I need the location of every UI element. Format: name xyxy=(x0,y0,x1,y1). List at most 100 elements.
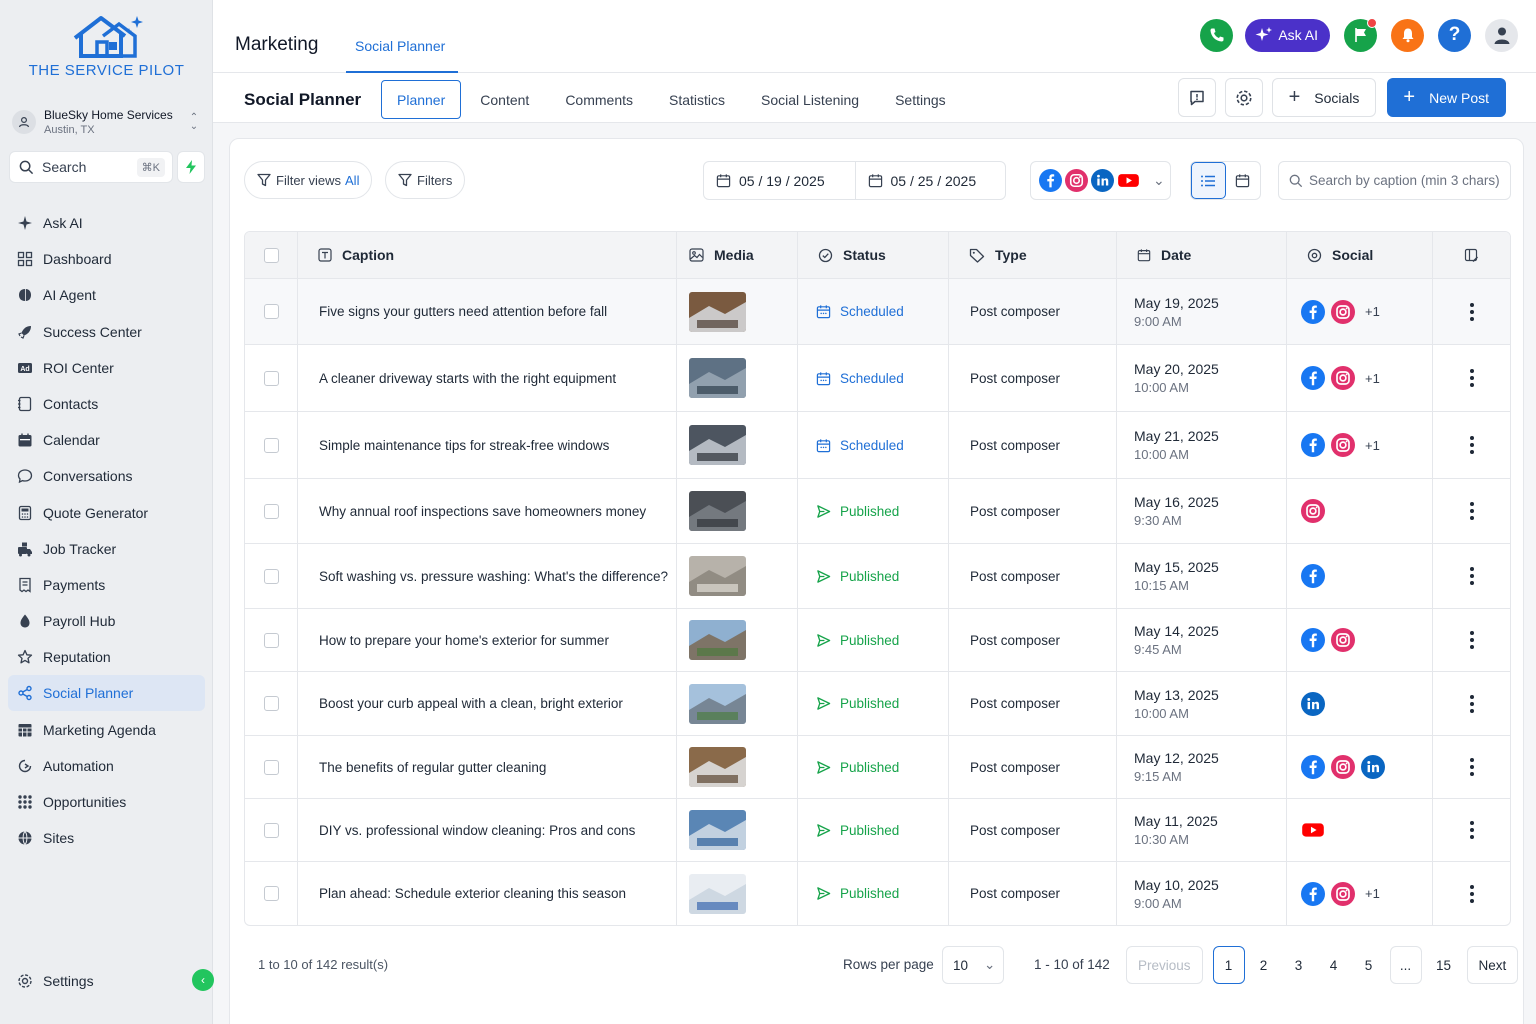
select-all-checkbox[interactable] xyxy=(263,247,279,263)
sidebar-item-sites[interactable]: Sites xyxy=(8,820,205,856)
sidebar-item-opportunities[interactable]: Opportunities xyxy=(8,784,205,820)
sidebar-item-marketing-agenda[interactable]: Marketing Agenda xyxy=(8,712,205,748)
sidebar-item-settings[interactable]: Settings xyxy=(8,963,205,999)
sidebar-item-payroll-hub[interactable]: Payroll Hub xyxy=(8,603,205,639)
quick-action-button[interactable] xyxy=(177,151,205,183)
table-row[interactable]: A cleaner driveway starts with the right… xyxy=(245,345,1510,412)
account-switcher[interactable]: BlueSky Home Services Austin, TX ⌃ ⌄ xyxy=(8,100,205,144)
table-row[interactable]: Soft washing vs. pressure washing: What'… xyxy=(245,544,1510,609)
filters-button[interactable]: Filters xyxy=(385,161,466,199)
sidebar-item-calendar[interactable]: Calendar xyxy=(8,422,205,458)
tab-settings[interactable]: Settings xyxy=(878,80,963,119)
page-button-4[interactable]: 4 xyxy=(1318,946,1350,984)
row-checkbox[interactable] xyxy=(263,503,279,519)
page-button-2[interactable]: 2 xyxy=(1248,946,1280,984)
filter-views-button[interactable]: Filter views All xyxy=(244,161,373,199)
help-button[interactable]: ? xyxy=(1438,18,1471,52)
page-button-5[interactable]: 5 xyxy=(1353,946,1385,984)
media-thumbnail[interactable] xyxy=(689,810,746,850)
table-row[interactable]: Five signs your gutters need attention b… xyxy=(245,279,1510,345)
phone-button[interactable] xyxy=(1200,18,1234,52)
caption-cell[interactable]: Plan ahead: Schedule exterior cleaning t… xyxy=(298,862,677,925)
caption-cell[interactable]: Why annual roof inspections save homeown… xyxy=(298,479,677,543)
media-thumbnail[interactable] xyxy=(689,683,746,724)
tab-social-listening[interactable]: Social Listening xyxy=(744,80,876,119)
sidebar-item-ask-ai[interactable]: Ask AI xyxy=(8,205,205,241)
comments-toggle-button[interactable] xyxy=(1177,78,1216,117)
tab-statistics[interactable]: Statistics xyxy=(652,80,742,119)
table-row[interactable]: Plan ahead: Schedule exterior cleaning t… xyxy=(245,862,1510,925)
sidebar-item-automation[interactable]: Automation xyxy=(8,748,205,784)
caption-cell[interactable]: The benefits of regular gutter cleaning xyxy=(298,736,677,798)
row-actions-button[interactable] xyxy=(1433,544,1510,608)
date-from-field[interactable]: 05 / 19 / 2025 xyxy=(704,162,855,199)
notifications-button[interactable] xyxy=(1391,18,1424,52)
calendar-view-button[interactable] xyxy=(1226,162,1260,199)
tab-planner[interactable]: Planner xyxy=(381,80,462,119)
media-thumbnail[interactable] xyxy=(689,873,746,914)
table-row[interactable]: The benefits of regular gutter cleaning … xyxy=(245,736,1510,799)
header-type[interactable]: Type xyxy=(949,232,1117,278)
list-view-button[interactable] xyxy=(1191,162,1226,199)
sidebar-item-roi-center[interactable]: Ad ROI Center xyxy=(8,350,205,386)
page-button-15[interactable]: 15 xyxy=(1428,946,1460,984)
table-row[interactable]: Simple maintenance tips for streak-free … xyxy=(245,412,1510,479)
announcements-button[interactable] xyxy=(1344,17,1377,52)
row-actions-button[interactable] xyxy=(1433,672,1510,735)
date-to-field[interactable]: 05 / 25 / 2025 xyxy=(854,162,1006,199)
caption-cell[interactable]: Boost your curb appeal with a clean, bri… xyxy=(298,672,677,735)
row-checkbox[interactable] xyxy=(263,822,279,838)
caption-cell[interactable]: DIY vs. professional window cleaning: Pr… xyxy=(298,799,677,861)
rows-per-page-select[interactable]: 10 ⌄ xyxy=(942,946,1004,984)
sidebar-item-success-center[interactable]: Success Center xyxy=(8,314,205,350)
row-actions-button[interactable] xyxy=(1433,609,1510,671)
column-settings-button[interactable] xyxy=(1433,232,1510,278)
previous-page-button[interactable]: Previous xyxy=(1126,946,1203,984)
sidebar-item-reputation[interactable]: Reputation xyxy=(8,639,205,675)
row-actions-button[interactable] xyxy=(1433,412,1510,478)
sidebar-item-job-tracker[interactable]: Job Tracker xyxy=(8,531,205,567)
sidebar-item-contacts[interactable]: Contacts xyxy=(8,386,205,422)
sidebar-item-ai-agent[interactable]: AI Agent xyxy=(8,277,205,313)
ask-ai-button[interactable]: Ask AI xyxy=(1245,18,1330,52)
row-checkbox[interactable] xyxy=(263,696,279,711)
caption-cell[interactable]: A cleaner driveway starts with the right… xyxy=(298,345,677,411)
table-row[interactable]: DIY vs. professional window cleaning: Pr… xyxy=(245,799,1510,862)
media-thumbnail[interactable] xyxy=(689,556,746,596)
next-page-button[interactable]: Next xyxy=(1466,946,1519,984)
media-thumbnail[interactable] xyxy=(689,358,746,398)
row-actions-button[interactable] xyxy=(1433,279,1510,344)
brand-logo[interactable]: THE SERVICE PILOT xyxy=(0,12,213,79)
sidebar-item-quote-generator[interactable]: Quote Generator xyxy=(8,495,205,531)
user-avatar[interactable] xyxy=(1485,18,1518,52)
caption-cell[interactable]: How to prepare your home's exterior for … xyxy=(298,609,677,671)
sidebar-item-conversations[interactable]: Conversations xyxy=(8,458,205,494)
new-post-button[interactable]: + New Post xyxy=(1387,78,1506,117)
row-actions-button[interactable] xyxy=(1433,799,1510,861)
media-thumbnail[interactable] xyxy=(689,491,746,531)
caption-cell[interactable]: Five signs your gutters need attention b… xyxy=(298,279,677,344)
table-row[interactable]: How to prepare your home's exterior for … xyxy=(245,609,1510,672)
row-checkbox[interactable] xyxy=(263,437,279,453)
add-socials-button[interactable]: + Socials xyxy=(1271,78,1377,117)
row-actions-button[interactable] xyxy=(1433,862,1510,925)
header-status[interactable]: Status xyxy=(798,232,949,278)
media-thumbnail[interactable] xyxy=(689,291,746,332)
page-button-3[interactable]: 3 xyxy=(1283,946,1315,984)
header-caption[interactable]: Caption xyxy=(298,232,677,278)
row-checkbox[interactable] xyxy=(263,370,279,386)
tab-content[interactable]: Content xyxy=(463,80,546,119)
table-row[interactable]: Why annual roof inspections save homeown… xyxy=(245,479,1510,544)
header-social[interactable]: Social xyxy=(1287,232,1433,278)
row-checkbox[interactable] xyxy=(263,759,279,775)
table-row[interactable]: Boost your curb appeal with a clean, bri… xyxy=(245,672,1510,736)
tab-comments[interactable]: Comments xyxy=(548,80,650,119)
row-actions-button[interactable] xyxy=(1433,479,1510,543)
sidebar-item-social-planner[interactable]: Social Planner xyxy=(8,675,205,712)
row-checkbox[interactable] xyxy=(263,568,279,584)
tab-social-planner[interactable]: Social Planner xyxy=(346,0,458,73)
sidebar-item-dashboard[interactable]: Dashboard xyxy=(8,241,205,277)
collapse-sidebar-button[interactable]: ‹ xyxy=(192,969,214,991)
caption-cell[interactable]: Soft washing vs. pressure washing: What'… xyxy=(298,544,677,608)
header-media[interactable]: Media xyxy=(677,232,798,278)
